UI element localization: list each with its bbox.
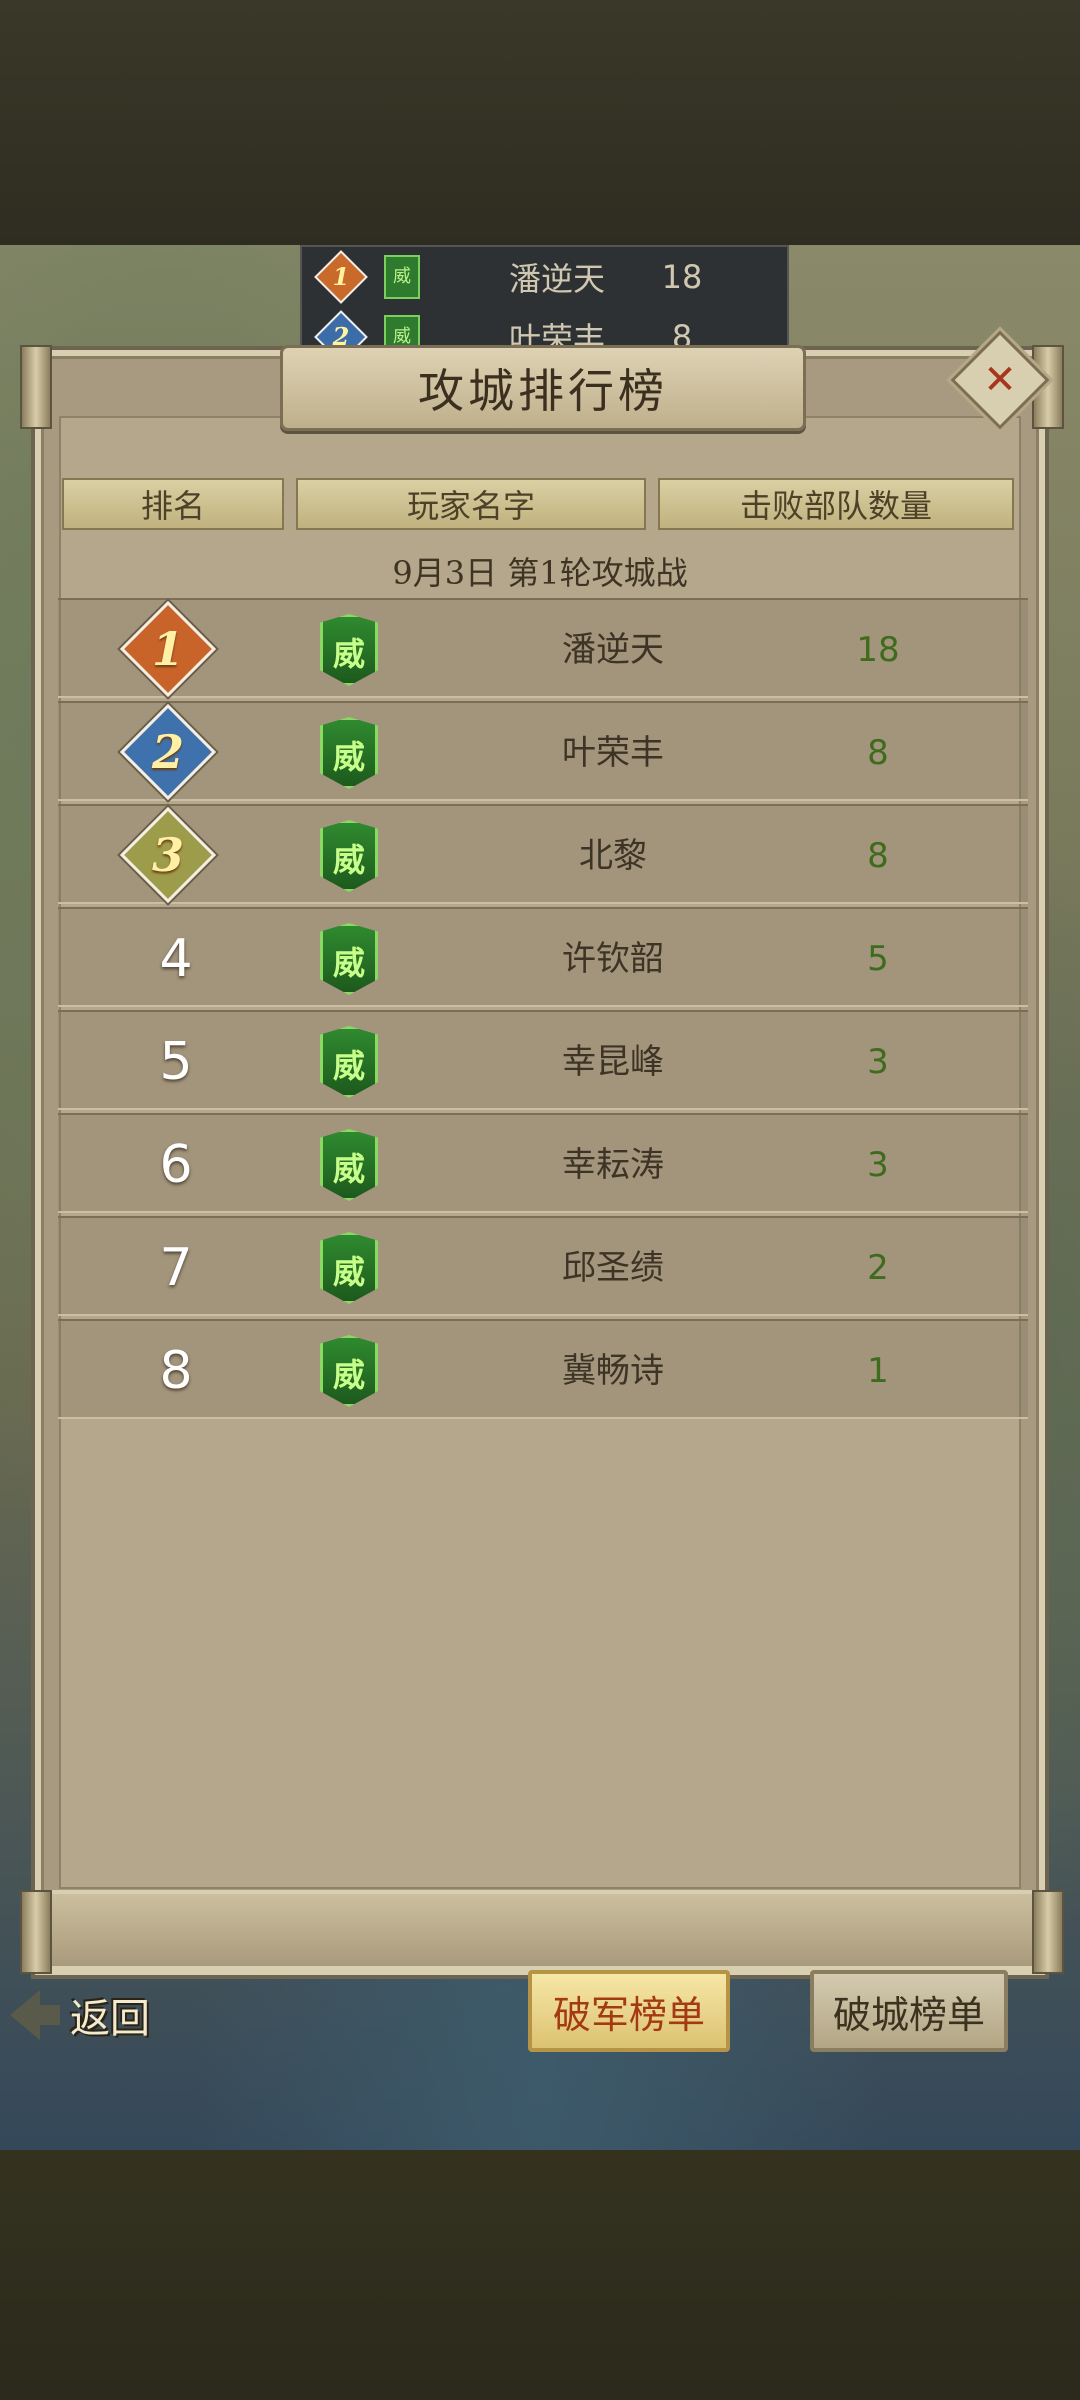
- player-name: 潘逆天: [508, 260, 605, 298]
- top-band: [0, 0, 1080, 245]
- table-row: 6 威 幸耘涛 3: [58, 1113, 1028, 1213]
- player-name: 冀畅诗: [562, 1351, 664, 1391]
- table-row: 4 威 许钦韶 5: [58, 907, 1028, 1007]
- table-row: 3 威 北黎 8: [58, 804, 1028, 904]
- player-name: 幸耘涛: [562, 1145, 664, 1185]
- kill-count: 8: [867, 836, 889, 876]
- player-name: 邱圣绩: [562, 1248, 664, 1288]
- kill-count: 3: [867, 1042, 889, 1082]
- mini-ranking-list: 1 威 潘逆天 18 2 威 叶荣丰 8: [300, 245, 789, 359]
- scroll-rod-left-bottom: [20, 1890, 52, 1974]
- table-row: 5 威 幸昆峰 3: [58, 1010, 1028, 1110]
- tab-army-ranking[interactable]: 破军榜单: [528, 1970, 730, 2052]
- header-player-name: 玩家名字: [296, 478, 646, 530]
- player-name: 叶荣丰: [562, 733, 664, 773]
- rank-medal-gold-icon: 1: [119, 600, 217, 698]
- header-kill-count: 击败部队数量: [658, 478, 1014, 530]
- page-title: 攻城排行榜: [418, 364, 668, 418]
- table-row: 1 威 潘逆天 18: [58, 598, 1028, 698]
- guild-badge-icon: 威: [320, 1026, 378, 1098]
- guild-badge-icon: 威: [320, 1129, 378, 1201]
- rank-number: 8: [159, 1341, 193, 1401]
- close-icon: ✕: [983, 357, 1017, 403]
- guild-badge-icon: 威: [320, 923, 378, 995]
- player-name: 许钦韶: [562, 939, 664, 979]
- table-row: 8 威 冀畅诗 1: [58, 1319, 1028, 1419]
- player-name: 潘逆天: [562, 630, 664, 670]
- guild-badge-icon: 威: [384, 255, 420, 299]
- player-name: 北黎: [579, 836, 647, 876]
- table-row: 7 威 邱圣绩 2: [58, 1216, 1028, 1316]
- round-label: 9月3日 第1轮攻城战: [392, 554, 688, 592]
- kill-count: 3: [867, 1145, 889, 1185]
- bottom-band: [0, 2150, 1080, 2400]
- scroll-rod-left-top: [20, 345, 52, 429]
- rank-medal-bronze-icon: 3: [119, 806, 217, 904]
- title-plate: 攻城排行榜: [280, 345, 806, 431]
- rank-medal-silver-icon: 2: [119, 703, 217, 801]
- player-name: 幸昆峰: [562, 1042, 664, 1082]
- table-row: 2 威 叶荣丰 8: [58, 701, 1028, 801]
- rank-number: 6: [159, 1135, 193, 1195]
- kill-count: 2: [867, 1248, 889, 1288]
- back-button[interactable]: 返回: [10, 1985, 200, 2045]
- kill-count: 8: [867, 733, 889, 773]
- guild-badge-icon: 威: [320, 717, 378, 789]
- header-rank: 排名: [62, 478, 284, 530]
- back-arrow-icon: [10, 1990, 60, 2040]
- rank-medal-icon: 1: [314, 250, 368, 304]
- guild-badge-icon: 威: [320, 1232, 378, 1304]
- rank-number: 7: [159, 1238, 193, 1298]
- tab-city-ranking[interactable]: 破城榜单: [810, 1970, 1008, 2052]
- scroll-rod-right-bottom: [1032, 1890, 1064, 1974]
- kill-count: 18: [856, 630, 900, 670]
- rank-number: 5: [159, 1032, 193, 1092]
- rank-number: 4: [159, 929, 193, 989]
- kill-count: 5: [867, 939, 889, 979]
- kill-count: 18: [661, 258, 703, 296]
- back-label: 返回: [70, 1996, 150, 2042]
- guild-badge-icon: 威: [320, 1335, 378, 1407]
- kill-count: 1: [867, 1351, 889, 1391]
- scroll-bottom-bar: [35, 1890, 1045, 1970]
- mini-row: 1 威 潘逆天 18: [302, 247, 787, 307]
- guild-badge-icon: 威: [320, 820, 378, 892]
- guild-badge-icon: 威: [320, 614, 378, 686]
